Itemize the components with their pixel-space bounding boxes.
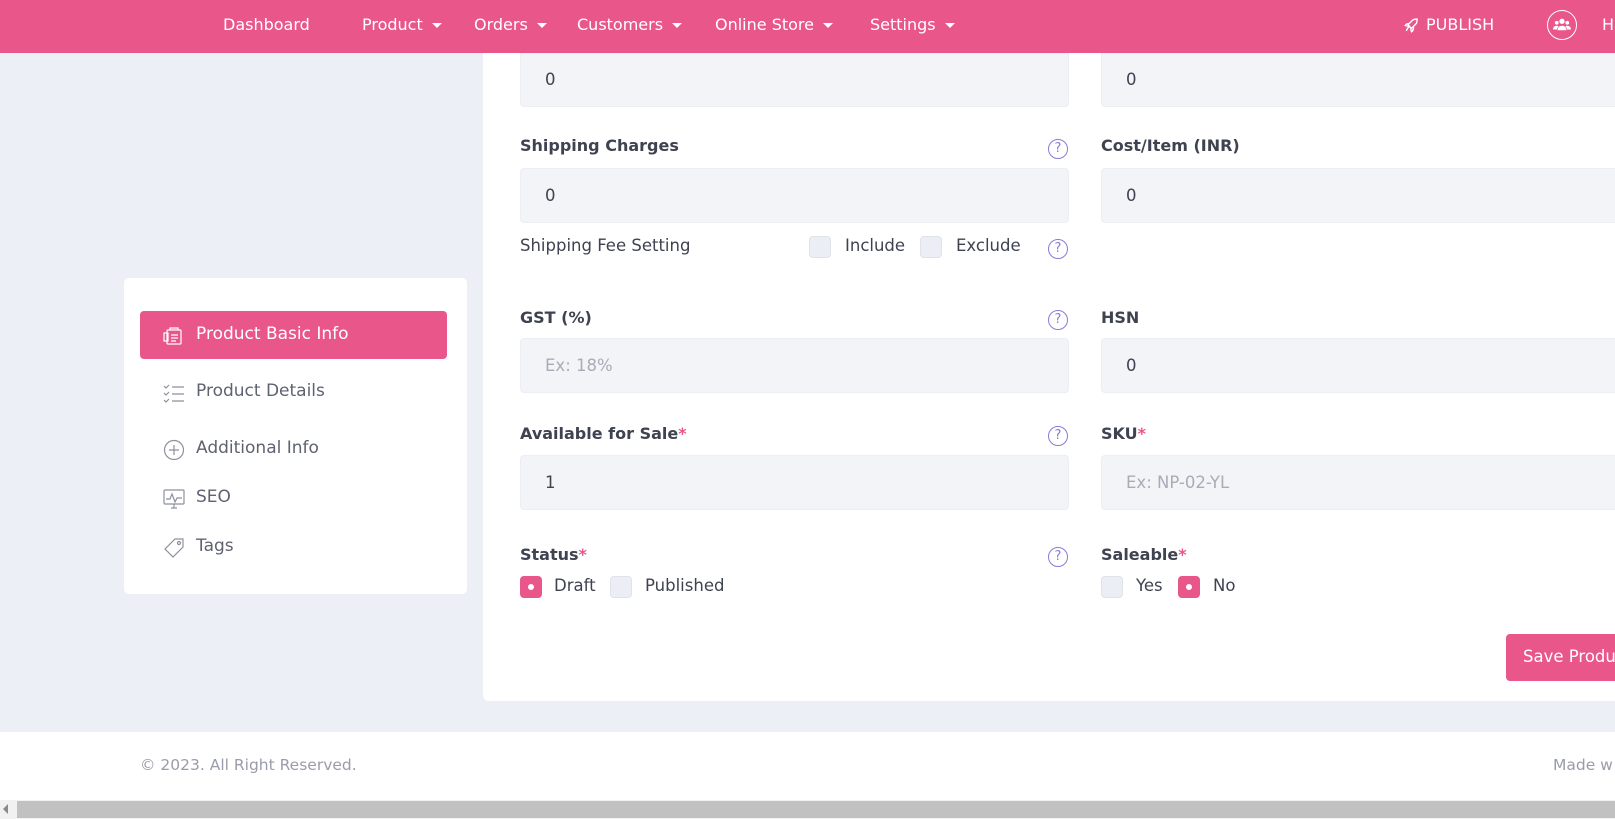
sidebar-item-product-basic-info[interactable]: Product Basic Info xyxy=(140,311,447,359)
caret-down-icon xyxy=(431,23,442,28)
help-icon[interactable]: ? xyxy=(1048,310,1068,330)
sidebar-item-label: SEO xyxy=(196,487,231,507)
required-marker: * xyxy=(1178,545,1187,564)
nav-online-store-label: Online Store xyxy=(715,15,814,34)
nav-orders-label: Orders xyxy=(474,15,528,34)
shipping-charges-label: Shipping Charges xyxy=(520,136,679,155)
publish-label: PUBLISH xyxy=(1426,15,1495,34)
required-marker: * xyxy=(578,545,587,564)
sidebar-item-label: Product Basic Info xyxy=(196,324,349,344)
caret-down-icon xyxy=(944,23,955,28)
exclude-label: Exclude xyxy=(956,236,1021,255)
help-icon[interactable]: ? xyxy=(1048,547,1068,567)
help-icon[interactable]: ? xyxy=(1048,139,1068,159)
status-draft-radio[interactable] xyxy=(520,576,542,598)
footer: © 2023. All Right Reserved. Made w xyxy=(0,732,1615,800)
copyright-text: © 2023. All Right Reserved. xyxy=(140,756,357,774)
user-group-icon xyxy=(1553,18,1571,31)
seo-monitor-icon xyxy=(163,489,185,509)
available-label-text: Available for Sale xyxy=(520,424,679,443)
status-label-text: Status xyxy=(520,545,579,564)
cost-item-label: Cost/Item (INR) xyxy=(1101,136,1240,155)
made-with-text: Made w xyxy=(1553,756,1613,774)
rocket-icon xyxy=(1404,18,1418,33)
publish-button[interactable]: PUBLISH xyxy=(1404,0,1495,53)
sidebar-item-label: Tags xyxy=(196,536,234,556)
sidebar-item-product-details[interactable]: Product Details xyxy=(140,368,447,416)
saleable-label-text: Saleable xyxy=(1101,545,1179,564)
horizontal-scrollbar[interactable] xyxy=(0,800,1615,819)
include-checkbox[interactable] xyxy=(809,236,831,258)
saleable-yes-radio[interactable] xyxy=(1101,576,1123,598)
sku-label: SKU* xyxy=(1101,424,1146,443)
nav-dashboard[interactable]: Dashboard xyxy=(223,0,310,53)
nav-product[interactable]: Product xyxy=(362,0,442,53)
saleable-label: Saleable* xyxy=(1101,545,1187,564)
avatar[interactable] xyxy=(1547,10,1577,40)
nav-customers[interactable]: Customers xyxy=(577,0,683,53)
save-product-button[interactable]: Save Product xyxy=(1506,634,1615,681)
saleable-no-label: No xyxy=(1213,576,1236,595)
user-name[interactable]: H xyxy=(1602,0,1614,53)
top-right-field[interactable]: 0 xyxy=(1101,53,1615,107)
sidebar: Product Basic Info Product Details Addit… xyxy=(124,278,467,594)
top-left-field[interactable]: 0 xyxy=(520,53,1069,107)
sidebar-item-seo[interactable]: SEO xyxy=(140,474,447,522)
top-navbar: Dashboard Product Orders Customers Onlin… xyxy=(0,0,1615,53)
sku-field[interactable]: Ex: NP-02-YL xyxy=(1101,455,1615,510)
available-for-sale-field[interactable]: 1 xyxy=(520,455,1069,510)
nav-online-store[interactable]: Online Store xyxy=(715,0,833,53)
include-label: Include xyxy=(845,236,906,255)
caret-down-icon xyxy=(822,23,833,28)
help-icon[interactable]: ? xyxy=(1048,426,1068,446)
product-info-icon xyxy=(163,327,182,345)
nav-orders[interactable]: Orders xyxy=(474,0,547,53)
tag-icon xyxy=(164,538,184,558)
shipping-charges-field[interactable]: 0 xyxy=(520,168,1069,223)
plus-circle-icon xyxy=(163,439,185,461)
status-published-label: Published xyxy=(645,576,725,595)
nav-settings[interactable]: Settings xyxy=(870,0,955,53)
sidebar-item-label: Product Details xyxy=(196,381,325,401)
scroll-left-arrow-icon[interactable] xyxy=(3,804,8,814)
required-marker: * xyxy=(678,424,687,443)
available-for-sale-label: Available for Sale* xyxy=(520,424,687,443)
exclude-checkbox[interactable] xyxy=(920,236,942,258)
hsn-field[interactable]: 0 xyxy=(1101,338,1615,393)
help-icon[interactable]: ? xyxy=(1048,239,1068,259)
gst-field[interactable]: Ex: 18% xyxy=(520,338,1069,393)
shipping-fee-setting-label: Shipping Fee Setting xyxy=(520,236,691,255)
required-marker: * xyxy=(1137,424,1147,443)
cost-item-field[interactable]: 0 xyxy=(1101,168,1615,223)
scrollbar-thumb[interactable] xyxy=(17,801,1615,818)
sidebar-item-label: Additional Info xyxy=(196,438,319,458)
caret-down-icon xyxy=(536,23,547,28)
checklist-icon xyxy=(163,384,184,403)
nav-product-label: Product xyxy=(362,15,423,34)
nav-dashboard-label: Dashboard xyxy=(223,15,310,34)
status-label: Status* xyxy=(520,545,587,564)
nav-customers-label: Customers xyxy=(577,15,664,34)
caret-down-icon xyxy=(672,23,683,28)
status-published-radio[interactable] xyxy=(610,576,632,598)
nav-settings-label: Settings xyxy=(870,15,936,34)
sidebar-item-tags[interactable]: Tags xyxy=(140,523,447,571)
sidebar-item-additional-info[interactable]: Additional Info xyxy=(140,425,447,473)
saleable-no-radio[interactable] xyxy=(1178,576,1200,598)
sku-label-text: SKU xyxy=(1101,424,1138,443)
saleable-yes-label: Yes xyxy=(1136,576,1163,595)
status-draft-label: Draft xyxy=(554,576,596,595)
gst-label: GST (%) xyxy=(520,308,592,327)
hsn-label: HSN xyxy=(1101,308,1140,327)
